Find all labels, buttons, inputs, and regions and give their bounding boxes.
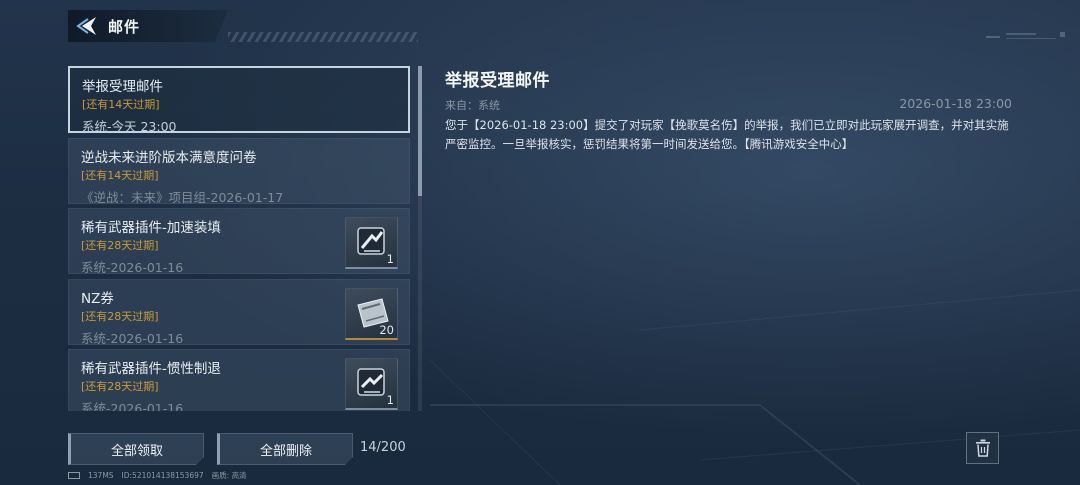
attachment-slot[interactable]: 20: [345, 287, 398, 340]
mail-meta: 《逆战：未来》项目组-2026-01-17: [81, 189, 284, 205]
mail-count: 14/200: [360, 440, 406, 455]
ping-value: 137MS: [88, 471, 114, 480]
page-title: 邮件: [108, 17, 141, 36]
attachment-count: 1: [386, 252, 394, 266]
mail-title: 逆战未来进阶版本满意度问卷: [81, 149, 257, 166]
mail-item-plugin-reload[interactable]: 稀有武器插件-加速装填 [还有28天过期] 系统-2026-01-16 1: [68, 208, 410, 275]
trash-icon: [975, 439, 990, 457]
mail-item-plugin-recoil[interactable]: 稀有武器插件-惯性制退 [还有28天过期] 系统-2026-01-16 1: [68, 349, 410, 411]
detail-body: 您于【2026-01-18 23:00】提交了对玩家【挽歌莫名伤】的举报，我们已…: [445, 118, 1009, 151]
detail-sender: 来自：系统: [445, 99, 500, 112]
mail-list-scrollbar[interactable]: [418, 66, 422, 411]
back-button[interactable]: [68, 10, 108, 42]
mail-item-report[interactable]: 举报受理邮件 [还有14天过期] 系统-今天 23:00: [68, 66, 410, 134]
claim-all-button[interactable]: 全部领取: [68, 433, 204, 465]
attachment-slot[interactable]: 1: [345, 358, 398, 410]
mail-item-nz-ticket[interactable]: NZ券 [还有28天过期] 系统-2026-01-16 20: [68, 278, 410, 346]
mail-title: 举报受理邮件: [82, 79, 163, 95]
mail-list: 举报受理邮件 [还有14天过期] 系统-今天 23:00 逆战未来进阶版本满意度…: [68, 66, 412, 411]
mail-meta: 系统-今天 23:00: [82, 119, 177, 134]
delete-all-button[interactable]: 全部删除: [217, 433, 353, 465]
page-header: 邮件: [68, 10, 228, 42]
corner-decoration: [986, 32, 1065, 39]
detail-date: 2026-01-18 23:00: [899, 96, 1012, 111]
quality-label: 画质: 高清: [211, 471, 247, 480]
weapon-plugin-icon: [357, 227, 385, 255]
back-arrow-icon: [76, 17, 96, 35]
header-hatch-decoration: [228, 32, 418, 42]
detail-title: 举报受理邮件: [445, 71, 550, 91]
scrollbar-thumb[interactable]: [418, 66, 422, 196]
attachment-count: 1: [386, 393, 394, 407]
player-id: ID:521014138153697: [121, 471, 204, 480]
attachment-slot[interactable]: 1: [345, 217, 398, 269]
delete-mail-button[interactable]: [966, 432, 999, 464]
mail-expire-label: [还有14天过期]: [81, 168, 159, 182]
mail-item-survey[interactable]: 逆战未来进阶版本满意度问卷 [还有14天过期] 《逆战：未来》项目组-2026-…: [68, 137, 410, 205]
weapon-plugin-icon: [357, 368, 385, 396]
network-icon: [68, 472, 80, 479]
attachment-count: 20: [379, 322, 394, 337]
status-footer: 137MS ID:521014138153697 画质: 高清: [68, 470, 247, 481]
mail-expire-label: [还有14天过期]: [82, 98, 160, 111]
